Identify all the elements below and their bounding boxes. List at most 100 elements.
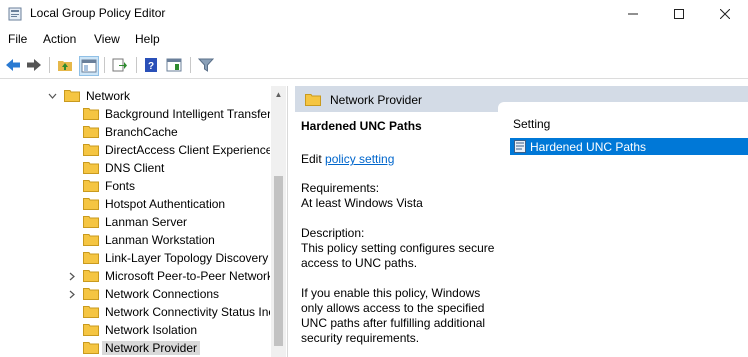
tree-item-label: Lanman Server: [105, 215, 188, 229]
tree-item[interactable]: Background Intelligent Transfer: [0, 105, 270, 123]
folder-icon: [83, 216, 99, 228]
tree-item[interactable]: Lanman Workstation: [0, 231, 270, 249]
menu-action[interactable]: Action: [43, 32, 76, 46]
tree-item-label: Network Provider: [102, 341, 201, 355]
tree-item-label: Network: [86, 89, 131, 103]
tree-item[interactable]: Fonts: [0, 177, 270, 195]
folder-icon: [83, 324, 99, 336]
tree-item-label: Network Connectivity Status Inc: [105, 305, 270, 319]
tree-pane[interactable]: Network Background Intelligent Transfer B…: [0, 86, 288, 357]
requirements-label: Requirements:: [301, 181, 380, 195]
menu-help[interactable]: Help: [135, 32, 160, 46]
folder-icon: [83, 252, 99, 264]
help-button[interactable]: ?: [142, 56, 160, 74]
tree-item-label: Link-Layer Topology Discovery: [105, 251, 269, 265]
description-label: Description:: [301, 226, 365, 240]
back-icon: [6, 59, 20, 71]
tree-item[interactable]: Network Connectivity Status Inc: [0, 303, 270, 321]
export-list-icon: [112, 58, 127, 72]
tree-item[interactable]: Network Provider: [0, 339, 270, 357]
up-folder-button[interactable]: [56, 56, 74, 74]
extended-view-icon: [166, 58, 182, 72]
tree-item-label: DirectAccess Client Experience S: [105, 143, 270, 157]
scroll-up-arrow-icon[interactable]: ▲: [271, 86, 286, 102]
edit-policy-setting-link[interactable]: policy setting: [325, 152, 394, 166]
edit-prefix: Edit: [301, 152, 322, 166]
description-text: This policy setting configures secure ac…: [301, 241, 495, 270]
toolbar: ?: [0, 52, 748, 79]
toolbar-separator: [49, 57, 50, 73]
toolbar-separator: [136, 57, 137, 73]
folder-icon: [83, 144, 99, 156]
show-hide-tree-icon: [81, 59, 97, 73]
list-item-hardened-unc-paths[interactable]: Hardened UNC Paths: [510, 138, 748, 155]
show-hide-tree-button[interactable]: [79, 56, 99, 76]
close-icon: [720, 9, 730, 19]
tree-item-label: Microsoft Peer-to-Peer Network: [105, 269, 270, 283]
minimize-icon: [628, 13, 638, 15]
help-icon: ?: [145, 58, 157, 72]
tree-item[interactable]: Lanman Server: [0, 213, 270, 231]
extended-view-button[interactable]: [165, 56, 183, 74]
window-title: Local Group Policy Editor: [30, 6, 166, 20]
folder-icon: [64, 90, 80, 102]
tree-item-label: Background Intelligent Transfer: [105, 107, 270, 121]
tree-item[interactable]: Network Connections: [0, 285, 270, 303]
close-button[interactable]: [702, 0, 748, 28]
filter-button[interactable]: [197, 56, 215, 74]
back-button[interactable]: [4, 56, 22, 74]
details-pane: Network Provider Hardened UNC Paths Edit…: [295, 86, 748, 357]
tree-item-label: Hotspot Authentication: [105, 197, 226, 211]
folder-icon: [305, 94, 321, 106]
expand-chevron-icon[interactable]: [66, 286, 78, 302]
maximize-button[interactable]: [656, 0, 702, 28]
folder-icon: [83, 108, 99, 120]
tree-item-network[interactable]: Network: [0, 87, 270, 105]
policy-setting-icon: [514, 140, 526, 153]
list-item-label: Hardened UNC Paths: [530, 140, 647, 154]
forward-icon: [27, 59, 41, 71]
requirements-value: At least Windows Vista: [301, 196, 423, 210]
forward-button[interactable]: [25, 56, 43, 74]
folder-icon: [83, 342, 99, 354]
folder-icon: [83, 198, 99, 210]
expand-chevron-icon[interactable]: [66, 268, 78, 284]
description-extra-text: If you enable this policy, Windows only …: [301, 286, 486, 345]
collapse-chevron-icon[interactable]: [46, 88, 58, 104]
tree-item[interactable]: BranchCache: [0, 123, 270, 141]
scrollbar-thumb[interactable]: [274, 176, 283, 346]
settings-list[interactable]: Setting Hardened UNC Paths: [498, 102, 748, 357]
menu-view[interactable]: View: [94, 32, 120, 46]
toolbar-separator: [104, 57, 105, 73]
tree-item-label: Network Connections: [105, 287, 220, 301]
vertical-scrollbar[interactable]: ▲: [271, 86, 286, 357]
minimize-button[interactable]: [610, 0, 656, 28]
tree-item[interactable]: Hotspot Authentication: [0, 195, 270, 213]
tree-item-label: DNS Client: [105, 161, 165, 175]
folder-icon: [83, 180, 99, 192]
tree-item[interactable]: DirectAccess Client Experience S: [0, 141, 270, 159]
svg-text:?: ?: [148, 61, 154, 72]
folder-icon: [83, 126, 99, 138]
edit-policy-line: Edit policy setting: [301, 152, 394, 166]
group-policy-app-icon: [8, 7, 22, 21]
menu-bar: File Action View Help: [0, 30, 748, 50]
toolbar-separator: [190, 57, 191, 73]
tree-item-label: Lanman Workstation: [105, 233, 215, 247]
tree-item[interactable]: Network Isolation: [0, 321, 270, 339]
up-folder-icon: [58, 61, 72, 71]
tree-item-label: Fonts: [105, 179, 136, 193]
policy-title: Hardened UNC Paths: [301, 119, 422, 133]
menu-file[interactable]: File: [8, 32, 27, 46]
tree-item[interactable]: DNS Client: [0, 159, 270, 177]
column-header-setting[interactable]: Setting: [513, 117, 550, 131]
export-list-button[interactable]: [111, 56, 129, 74]
tree-item[interactable]: Microsoft Peer-to-Peer Network: [0, 267, 270, 285]
folder-icon: [83, 306, 99, 318]
maximize-icon: [674, 9, 684, 19]
tree-item-label: BranchCache: [105, 125, 178, 139]
extended-description-pane: Hardened UNC Paths Edit policy setting R…: [295, 112, 500, 357]
tree-item[interactable]: Link-Layer Topology Discovery: [0, 249, 270, 267]
tree-item-label: Network Isolation: [105, 323, 198, 337]
details-header-title: Network Provider: [330, 93, 423, 107]
